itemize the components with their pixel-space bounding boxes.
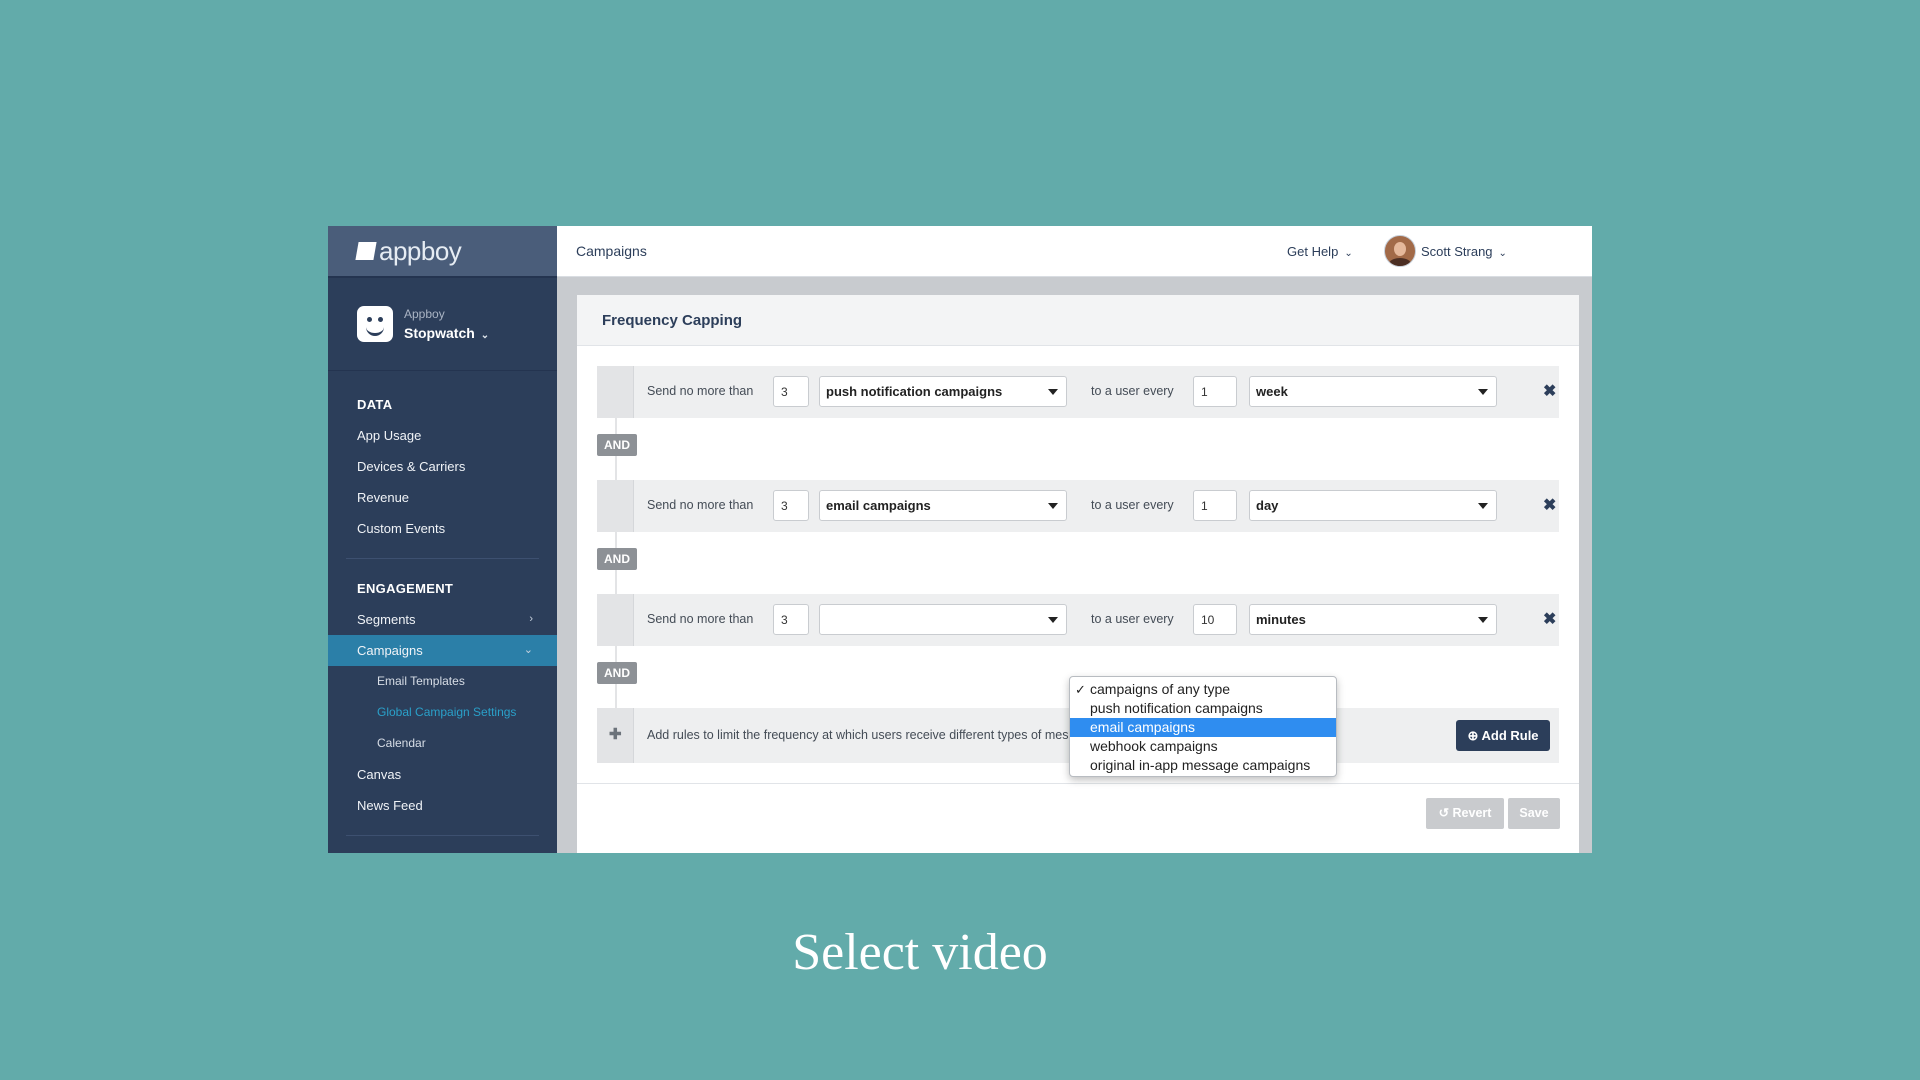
campaign-type-select[interactable]: push notification campaigns (819, 376, 1067, 407)
app-org: Appboy (404, 307, 445, 321)
app-smiley-icon (357, 306, 393, 342)
connector-line (615, 418, 617, 434)
rule-prefix-label: Send no more than (647, 498, 754, 512)
rule-middle-label: to a user every (1091, 498, 1174, 512)
chevron-down-icon: ⌄ (480, 330, 490, 341)
interval-input[interactable]: 10 (1193, 604, 1237, 635)
add-rule-hint: Add rules to limit the frequency at whic… (647, 728, 1106, 742)
logo-text: appboy (379, 235, 462, 266)
caret-down-icon (1478, 389, 1488, 395)
app-switcher[interactable]: Appboy Stopwatch ⌄ (328, 278, 557, 371)
drag-handle[interactable] (597, 594, 634, 646)
caret-down-icon (1048, 503, 1058, 509)
sidebar-item-app-usage[interactable]: App Usage (328, 420, 557, 451)
caret-down-icon (1048, 389, 1058, 395)
caret-down-icon (1048, 617, 1058, 623)
chevron-right-icon: › (529, 613, 533, 625)
remove-rule-icon[interactable]: ✖ (1543, 609, 1556, 629)
nav-heading-data: DATA (357, 397, 393, 412)
add-row-handle: ✚ (597, 708, 634, 763)
add-rule-button[interactable]: ⊕ Add Rule (1456, 720, 1550, 751)
nav-divider (346, 835, 539, 836)
plus-icon[interactable]: ✚ (609, 725, 622, 743)
interval-input[interactable]: 1 (1193, 490, 1237, 521)
connector-line (615, 684, 617, 708)
connector-line (615, 646, 617, 662)
and-badge: AND (597, 434, 637, 456)
rule-row: Send no more than 3 email campaigns to a… (597, 480, 1559, 532)
save-button[interactable]: Save (1508, 798, 1560, 829)
nav-heading-engagement: ENGAGEMENT (357, 581, 454, 596)
remove-rule-icon[interactable]: ✖ (1543, 495, 1556, 515)
slide-caption: Select video (792, 924, 1048, 981)
count-input[interactable]: 3 (773, 490, 809, 521)
checkmark-icon: ✓ (1075, 682, 1086, 697)
remove-rule-icon[interactable]: ✖ (1543, 381, 1556, 401)
caret-down-icon (1478, 503, 1488, 509)
footer-divider (577, 783, 1579, 784)
sidebar-item-segments[interactable]: Segments › (328, 604, 557, 635)
breadcrumb[interactable]: Campaigns (576, 243, 647, 259)
frequency-capping-panel: Frequency Capping Send no more than 3 pu… (577, 295, 1579, 853)
sidebar-item-global-campaign-settings[interactable]: Global Campaign Settings (328, 697, 557, 728)
dropdown-option-highlighted[interactable]: email campaigns (1070, 718, 1336, 737)
rule-row: Send no more than 3 to a user every 10 m… (597, 594, 1559, 646)
get-help-menu[interactable]: Get Help ⌄ (1287, 244, 1353, 259)
connector-line (615, 570, 617, 594)
sidebar-item-calendar[interactable]: Calendar (328, 728, 557, 759)
chevron-down-icon: ⌄ (1498, 247, 1507, 259)
count-input[interactable]: 3 (773, 604, 809, 635)
and-badge: AND (597, 662, 637, 684)
sidebar-item-custom-events[interactable]: Custom Events (328, 513, 557, 544)
revert-button[interactable]: ↺ Revert (1426, 798, 1504, 829)
dropdown-option[interactable]: webhook campaigns (1070, 737, 1336, 756)
dropdown-option[interactable]: ✓ campaigns of any type (1070, 680, 1336, 699)
dropdown-option[interactable]: push notification campaigns (1070, 699, 1336, 718)
chevron-down-icon: ⌄ (523, 644, 533, 656)
undo-icon: ↺ (1438, 806, 1453, 820)
rule-prefix-label: Send no more than (647, 384, 754, 398)
nav-divider (346, 558, 539, 559)
sidebar-item-news-feed[interactable]: News Feed (328, 790, 557, 821)
count-input[interactable]: 3 (773, 376, 809, 407)
interval-unit-select[interactable]: week (1249, 376, 1497, 407)
top-bar: Campaigns Get Help ⌄ Scott Strang ⌄ (557, 226, 1592, 277)
drag-handle[interactable] (597, 480, 634, 532)
dropdown-option[interactable]: original in-app message campaigns (1070, 756, 1336, 775)
rule-prefix-label: Send no more than (647, 612, 754, 626)
logo[interactable]: appboy (328, 226, 557, 278)
rule-middle-label: to a user every (1091, 384, 1174, 398)
connector-line (615, 456, 617, 480)
campaign-type-select[interactable] (819, 604, 1067, 635)
app-window: appboy Appboy Stopwatch ⌄ DATA App Usage … (328, 226, 1592, 853)
panel-title: Frequency Capping (602, 311, 743, 329)
connector-line (615, 532, 617, 548)
campaign-type-select[interactable]: email campaigns (819, 490, 1067, 521)
campaign-type-dropdown: ✓ campaigns of any type push notification… (1069, 676, 1337, 777)
interval-unit-select[interactable]: day (1249, 490, 1497, 521)
caret-down-icon (1478, 617, 1488, 623)
rule-middle-label: to a user every (1091, 612, 1174, 626)
sidebar-item-revenue[interactable]: Revenue (328, 482, 557, 513)
sidebar-item-devices-carriers[interactable]: Devices & Carriers (328, 451, 557, 482)
sidebar-item-campaigns[interactable]: Campaigns ⌄ (328, 635, 557, 666)
sidebar-item-email-templates[interactable]: Email Templates (328, 666, 557, 697)
drag-handle[interactable] (597, 366, 634, 418)
app-name: Stopwatch ⌄ (404, 325, 490, 341)
avatar[interactable] (1384, 235, 1416, 267)
and-badge: AND (597, 548, 637, 570)
interval-input[interactable]: 1 (1193, 376, 1237, 407)
chevron-down-icon: ⌄ (1344, 247, 1353, 259)
rule-row: Send no more than 3 push notification ca… (597, 366, 1559, 418)
plus-circle-icon: ⊕ (1467, 728, 1482, 743)
user-menu[interactable]: Scott Strang ⌄ (1421, 244, 1507, 259)
sidebar-item-canvas[interactable]: Canvas (328, 759, 557, 790)
logo-mark-icon (355, 242, 377, 260)
interval-unit-select[interactable]: minutes (1249, 604, 1497, 635)
panel-header: Frequency Capping (577, 295, 1579, 346)
sidebar: appboy Appboy Stopwatch ⌄ DATA App Usage … (328, 226, 557, 853)
